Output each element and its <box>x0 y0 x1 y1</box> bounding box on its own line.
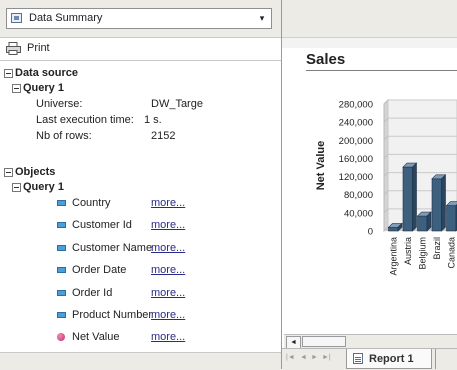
object-name: Product Number <box>72 307 152 323</box>
sales-bar-chart[interactable]: 0 40,000 80,000 120,000 160,000 200,000 240,00… <box>282 80 457 295</box>
dimension-icon <box>57 200 66 206</box>
report-toolbar <box>282 0 457 38</box>
y-tick-label: 160,000 <box>339 154 373 165</box>
table-icon <box>11 13 22 23</box>
more-link[interactable]: more... <box>151 217 185 233</box>
object-name: Country <box>72 195 111 211</box>
y-axis-label: Net Value <box>315 141 327 191</box>
bar-side-brazil <box>442 175 446 231</box>
object-item-product-number[interactable]: Product Number more... <box>57 307 281 323</box>
horizontal-scrollbar[interactable]: ◄ <box>284 334 457 349</box>
bar-brazil <box>432 179 442 231</box>
y-tick-label: 280,000 <box>339 100 373 111</box>
previous-tab-icon[interactable]: ◄ <box>300 354 307 361</box>
objects-query-node[interactable]: Query 1 <box>12 179 64 195</box>
objects-node[interactable]: Objects <box>4 164 55 180</box>
object-item-country[interactable]: Country more... <box>57 195 281 211</box>
more-link[interactable]: more... <box>151 307 185 323</box>
summary-toolbar: Data Summary ▾ <box>0 0 281 38</box>
summary-view-select[interactable]: Data Summary ▾ <box>6 8 272 29</box>
row-count-row: Nb of rows: 2152 <box>36 128 281 144</box>
execution-time-row: Last execution time: 1 s. <box>36 112 281 128</box>
measure-icon <box>57 333 65 341</box>
x-tick-label: Belgium <box>417 237 427 270</box>
more-link[interactable]: more... <box>151 329 185 345</box>
data-source-label: Data source <box>15 67 78 79</box>
query-label: Query 1 <box>23 82 64 94</box>
more-link[interactable]: more... <box>151 240 185 256</box>
bar-belgium <box>418 216 428 231</box>
y-tick-label: 120,000 <box>339 172 373 183</box>
first-tab-icon[interactable]: |◄ <box>286 354 295 361</box>
query-label: Query 1 <box>23 181 64 193</box>
y-tick-label: 0 <box>368 227 373 238</box>
object-name: Net Value <box>72 329 120 345</box>
collapse-icon[interactable] <box>4 168 13 177</box>
objects-label: Objects <box>15 166 55 178</box>
data-source-query-node[interactable]: Query 1 <box>12 80 64 96</box>
report-ruler <box>282 38 457 48</box>
collapse-icon[interactable] <box>12 84 21 93</box>
execution-time-label: Last execution time: <box>36 112 134 128</box>
data-summary-panel: Data Summary ▾ Print Data source Query 1… <box>0 0 282 369</box>
collapse-icon[interactable] <box>4 69 13 78</box>
execution-time-value: 1 s. <box>144 112 162 128</box>
report-panel: Sales 0 40,000 80,000 120,000 160,000 200,000… <box>282 0 457 369</box>
summary-view-label: Data Summary <box>29 12 102 24</box>
next-tab-icon[interactable]: ► <box>311 354 318 361</box>
bar-austria <box>403 167 413 231</box>
bar-side-austria <box>413 163 417 231</box>
data-source-node[interactable]: Data source <box>4 65 78 81</box>
collapse-icon[interactable] <box>12 183 21 192</box>
row-count-value: 2152 <box>151 128 175 144</box>
object-item-customer-name[interactable]: Customer Name more... <box>57 240 281 256</box>
last-tab-icon[interactable]: ►| <box>322 354 331 361</box>
y-tick-label: 240,000 <box>339 118 373 129</box>
y-tick-label: 80,000 <box>344 190 373 201</box>
print-toolbar: Print <box>0 38 281 61</box>
printer-icon[interactable] <box>6 42 21 55</box>
tab-divider <box>435 349 436 369</box>
report-title: Sales <box>306 51 345 68</box>
object-item-net-value[interactable]: Net Value more... <box>57 329 281 345</box>
universe-label: Universe: <box>36 96 82 112</box>
dimension-icon <box>57 267 66 273</box>
y-tick-label: 200,000 <box>339 136 373 147</box>
tab-report-1[interactable]: Report 1 <box>346 349 432 369</box>
dimension-icon <box>57 290 66 296</box>
y-tick-label: 40,000 <box>344 208 373 219</box>
object-item-customer-id[interactable]: Customer Id more... <box>57 217 281 233</box>
x-tick-label: Brazil <box>432 237 442 260</box>
object-name: Customer Name <box>72 240 152 256</box>
object-item-order-id[interactable]: Order Id more... <box>57 285 281 301</box>
more-link[interactable]: more... <box>151 285 185 301</box>
x-tick-label: Argentina <box>388 237 398 276</box>
bar-argentina <box>389 227 399 231</box>
print-button[interactable]: Print <box>27 42 50 54</box>
bar-canada <box>447 206 457 231</box>
chevron-down-icon[interactable]: ▾ <box>253 9 271 28</box>
object-name: Customer Id <box>72 217 132 233</box>
left-panel-footer <box>0 352 281 370</box>
report-icon <box>353 353 363 364</box>
universe-value: DW_Targe <box>151 96 203 112</box>
report-tabs-bar: |◄ ◄ ► ►| Report 1 <box>282 348 457 370</box>
scrollbar-thumb[interactable] <box>302 336 346 347</box>
row-count-label: Nb of rows: <box>36 128 92 144</box>
dimension-icon <box>57 222 66 228</box>
dimension-icon <box>57 312 66 318</box>
x-tick-label: Austria <box>403 237 413 265</box>
more-link[interactable]: more... <box>151 195 185 211</box>
tab-label: Report 1 <box>369 353 414 365</box>
universe-row: Universe: DW_Targe <box>36 96 281 112</box>
x-tick-label: Canada <box>446 237 456 269</box>
object-name: Order Id <box>72 285 112 301</box>
object-name: Order Date <box>72 262 126 278</box>
more-link[interactable]: more... <box>151 262 185 278</box>
dimension-icon <box>57 245 66 251</box>
title-divider <box>306 70 457 71</box>
object-item-order-date[interactable]: Order Date more... <box>57 262 281 278</box>
